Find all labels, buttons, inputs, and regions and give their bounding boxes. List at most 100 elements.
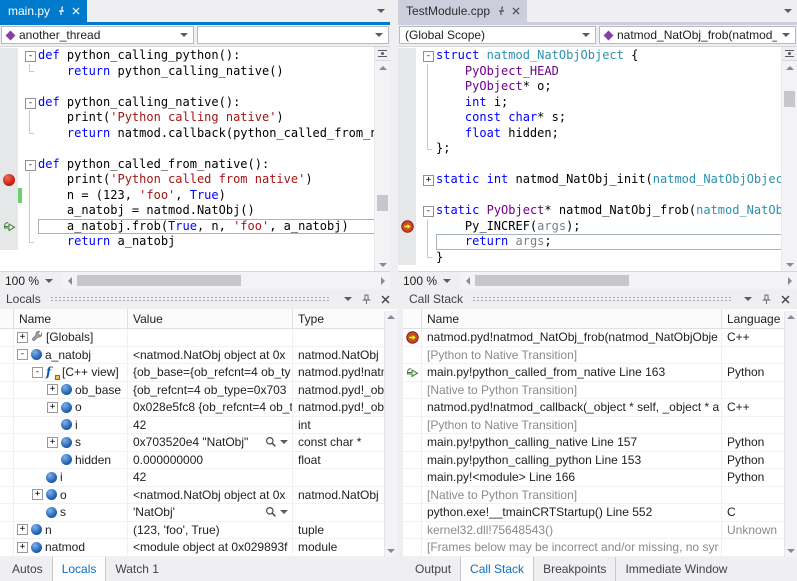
fold-expand-icon[interactable]: +	[423, 175, 434, 186]
glyph-margin[interactable]	[398, 79, 416, 95]
code-text[interactable]	[38, 141, 375, 157]
tab-main-py[interactable]: main.py	[0, 0, 87, 22]
scroll-down-icon[interactable]	[375, 258, 390, 271]
glyph-margin[interactable]	[0, 48, 18, 64]
close-icon[interactable]	[378, 292, 393, 307]
code-area[interactable]: -def python_calling_python(): return pyt…	[0, 47, 375, 271]
expand-icon[interactable]: +	[47, 384, 58, 395]
code-text[interactable]: }	[436, 250, 782, 266]
tab-call-stack[interactable]: Call Stack	[460, 557, 533, 581]
scrollbar-thumb[interactable]	[784, 91, 795, 107]
scroll-down-icon[interactable]	[385, 545, 397, 557]
scrollbar-thumb[interactable]	[475, 275, 629, 286]
document-list-dropdown-icon[interactable]	[377, 9, 385, 13]
code-text[interactable]: a_natobj.frob(True, n, 'foo', a_natobj)	[38, 219, 375, 235]
locals-row[interactable]: +o0x028e5fc8 {ob_refcnt=4 ob_tnatmod.pyd…	[0, 399, 397, 417]
scope-dropdown[interactable]: (Global Scope)	[399, 26, 596, 44]
code-text[interactable]: struct natmod_NatObjObject {	[436, 48, 782, 64]
glyph-margin[interactable]	[398, 157, 416, 173]
editor-splitter[interactable]	[390, 0, 398, 289]
glyph-margin[interactable]	[398, 48, 416, 64]
split-window-grip-icon[interactable]	[782, 47, 797, 61]
text-visualizer-button[interactable]	[265, 436, 292, 448]
callstack-row[interactable]: main.py!<module> Line 166Python	[403, 469, 797, 487]
column-header-name[interactable]: Name	[422, 309, 722, 328]
chevron-down-icon[interactable]	[280, 510, 288, 514]
callstack-row[interactable]: main.py!python_calling_python Line 153Py…	[403, 452, 797, 470]
column-header-type[interactable]: Type	[293, 309, 397, 328]
code-text[interactable]: PyObject_HEAD	[436, 64, 782, 80]
callstack-row[interactable]: natmod.pyd!natmod_callback(_object * sel…	[403, 399, 797, 417]
scroll-left-icon[interactable]	[62, 272, 77, 289]
scrollbar-thumb[interactable]	[377, 195, 388, 211]
member-dropdown-left[interactable]	[197, 26, 390, 44]
pin-icon[interactable]	[759, 292, 774, 307]
scroll-down-icon[interactable]	[785, 545, 797, 557]
document-list-dropdown-icon[interactable]	[784, 9, 792, 13]
window-position-icon[interactable]	[340, 292, 355, 307]
expand-icon[interactable]: +	[17, 332, 28, 343]
scrollbar-track[interactable]	[77, 272, 375, 289]
callstack-row[interactable]: [Python to Native Transition]	[403, 417, 797, 435]
scrollbar-track[interactable]	[475, 272, 782, 289]
code-text[interactable]	[436, 188, 782, 204]
locals-row[interactable]: +o<natmod.NatObj object at 0xnatmod.NatO…	[0, 487, 397, 505]
code-text[interactable]	[38, 79, 375, 95]
code-text[interactable]	[436, 157, 782, 173]
scroll-up-icon[interactable]	[375, 61, 390, 74]
expand-icon[interactable]: +	[47, 437, 58, 448]
callstack-row[interactable]: [Frames below may be incorrect and/or mi…	[403, 539, 797, 557]
code-editor-testmodule-cpp[interactable]: -struct natmod_NatObjObject { PyObject_H…	[398, 46, 797, 271]
scrollbar-thumb[interactable]	[77, 275, 241, 286]
pin-icon[interactable]	[496, 6, 506, 16]
chevron-down-icon[interactable]	[375, 33, 383, 37]
horizontal-scrollbar[interactable]	[62, 272, 390, 289]
tab-testmodule-cpp[interactable]: TestModule.cpp	[398, 0, 527, 22]
horizontal-scrollbar[interactable]	[460, 272, 797, 289]
breakpoint-icon[interactable]	[3, 174, 15, 186]
column-header-value[interactable]: Value	[128, 309, 293, 328]
chevron-down-icon[interactable]	[582, 33, 590, 37]
glyph-margin[interactable]	[0, 172, 18, 188]
locals-row[interactable]: +s0x703520e4 "NatObj"const char *	[0, 434, 397, 452]
glyph-margin[interactable]	[0, 157, 18, 173]
vertical-scrollbar[interactable]	[781, 47, 797, 271]
chevron-down-icon[interactable]	[782, 33, 790, 37]
code-text[interactable]: int i;	[436, 95, 782, 111]
glyph-margin[interactable]	[398, 110, 416, 126]
code-text[interactable]: static int natmod_NatObj_init(natmod_Nat…	[436, 172, 782, 188]
expand-icon[interactable]: +	[47, 402, 58, 413]
window-position-icon[interactable]	[740, 292, 755, 307]
glyph-margin[interactable]	[0, 203, 18, 219]
code-text[interactable]: const char* s;	[436, 110, 782, 126]
fold-collapse-icon[interactable]: -	[25, 98, 36, 109]
callstack-row[interactable]: natmod.pyd!natmod_NatObj_frob(natmod_Nat…	[403, 329, 797, 347]
glyph-margin[interactable]	[0, 95, 18, 111]
glyph-margin[interactable]	[0, 79, 18, 95]
expand-icon[interactable]: +	[32, 489, 43, 500]
glyph-margin[interactable]	[0, 188, 18, 204]
callstack-row[interactable]: main.py!python_called_from_native Line 1…	[403, 364, 797, 382]
code-text[interactable]: return args;	[436, 234, 782, 250]
locals-row[interactable]: hidden0.000000000float	[0, 452, 397, 470]
locals-row[interactable]: +ob_base{ob_refcnt=4 ob_type=0x703natmod…	[0, 382, 397, 400]
locals-scrollbar[interactable]	[384, 311, 397, 557]
chevron-down-icon[interactable]	[280, 440, 288, 444]
locals-row[interactable]: i42	[0, 469, 397, 487]
glyph-margin[interactable]	[398, 188, 416, 204]
tab-output[interactable]: Output	[406, 557, 460, 581]
tab-locals[interactable]: Locals	[52, 557, 106, 581]
glyph-margin[interactable]	[0, 126, 18, 142]
expand-icon[interactable]: +	[17, 542, 28, 553]
code-text[interactable]: def python_calling_native():	[38, 95, 375, 111]
column-header-name[interactable]: Name	[14, 309, 128, 328]
tab-immediate-window[interactable]: Immediate Window	[615, 557, 736, 581]
callstack-row[interactable]: python.exe!__tmainCRTStartup() Line 552C	[403, 504, 797, 522]
callstack-row[interactable]: [Python to Native Transition]	[403, 347, 797, 365]
code-text[interactable]: a_natobj = natmod.NatObj()	[38, 203, 375, 219]
close-icon[interactable]	[72, 7, 80, 15]
glyph-margin[interactable]	[0, 234, 18, 250]
code-text[interactable]: static PyObject* natmod_NatObj_frob(natm…	[436, 203, 782, 219]
callstack-row[interactable]: [Native to Python Transition]	[403, 382, 797, 400]
scroll-up-icon[interactable]	[782, 61, 797, 74]
